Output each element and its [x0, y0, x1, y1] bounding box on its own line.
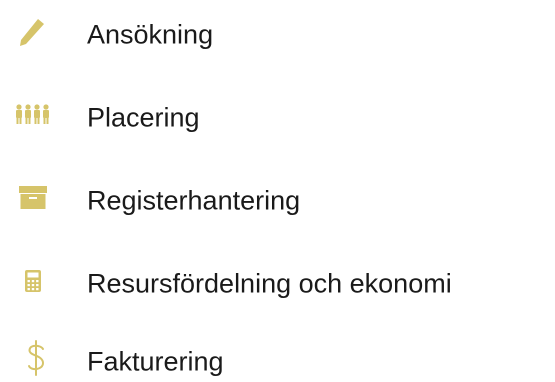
menu-item-label: Fakturering	[87, 346, 224, 377]
menu-item-ansokning[interactable]: Ansökning	[0, 7, 555, 63]
menu-item-resursfordelning[interactable]: Resursfördelning och ekonomi	[0, 256, 555, 312]
menu-item-fakturering[interactable]: Fakturering	[0, 334, 555, 382]
menu-item-label: Registerhantering	[87, 185, 301, 216]
menu-item-label: Placering	[87, 102, 200, 133]
menu-item-placering[interactable]: Placering	[0, 90, 555, 146]
archive-box-icon	[0, 173, 80, 229]
people-group-icon	[0, 90, 80, 146]
menu-item-registerhantering[interactable]: Registerhantering	[0, 173, 555, 229]
calculator-icon	[0, 256, 80, 312]
menu-item-label: Resursfördelning och ekonomi	[87, 268, 452, 299]
menu-item-label: Ansökning	[87, 19, 214, 50]
dollar-icon	[0, 334, 80, 382]
pencil-icon	[0, 7, 80, 63]
main-menu: Ansökning Placering Registerhantering Re…	[0, 0, 555, 382]
